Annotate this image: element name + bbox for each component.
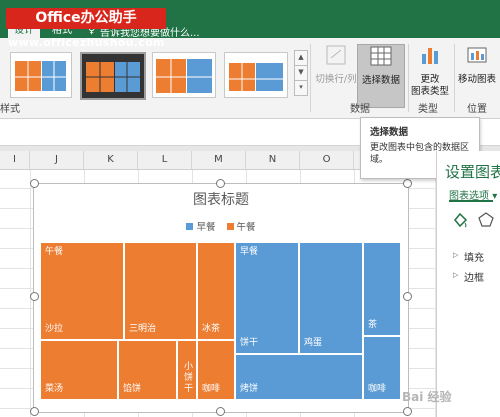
- group-label-type: 类型: [418, 104, 438, 115]
- switch-row-column-button[interactable]: 切换行/列: [314, 44, 358, 86]
- treemap-tile-label: 烤饼: [240, 384, 259, 394]
- chevron-right-icon: ▷: [453, 271, 459, 279]
- tooltip-title: 选择数据: [370, 127, 409, 138]
- watermark-url: www.officezhushou.com: [8, 36, 165, 49]
- treemap-chart[interactable]: 图表标题 早餐 午餐 午餐 沙拉 三明治 冰茶 菜汤 馅饼 小饼干 咖啡 早餐 饼干 鸡蛋茶烤饼 咖啡: [33, 183, 409, 413]
- column-letter-m[interactable]: M: [192, 151, 246, 169]
- treemap-tile[interactable]: 小饼干: [177, 340, 197, 400]
- treemap-group-label: 午餐: [45, 247, 64, 257]
- treemap-tile[interactable]: 馅饼: [118, 340, 177, 400]
- chart-style-thumb[interactable]: [152, 52, 216, 98]
- resize-handle[interactable]: [30, 179, 39, 188]
- select-data-icon: [358, 45, 404, 71]
- treemap-tile-label: 茶: [368, 320, 378, 330]
- switch-row-column-icon: [314, 44, 358, 70]
- group-label-data: 数据: [350, 104, 370, 115]
- treemap-tile-label: 饼干: [240, 338, 259, 348]
- resize-handle[interactable]: [30, 407, 39, 416]
- column-letter-i[interactable]: I: [0, 151, 30, 169]
- group-label-location: 位置: [467, 104, 487, 115]
- chart-title[interactable]: 图表标题: [34, 189, 408, 209]
- resize-handle[interactable]: [216, 407, 225, 416]
- treemap-tile[interactable]: 烤饼: [235, 354, 363, 400]
- pane-options-underline: [449, 200, 493, 202]
- treemap-tile-label: 咖啡: [202, 384, 221, 394]
- resize-handle[interactable]: [216, 179, 225, 188]
- legend-item-breakfast: 早餐: [186, 219, 215, 233]
- resize-handle[interactable]: [403, 407, 412, 416]
- treemap-tile[interactable]: 冰茶: [197, 242, 235, 340]
- group-label-styles: 样式: [0, 104, 20, 115]
- column-letter-k[interactable]: K: [84, 151, 138, 169]
- resize-handle[interactable]: [403, 292, 412, 301]
- treemap-tile[interactable]: 咖啡: [363, 336, 401, 400]
- column-letter-n[interactable]: N: [246, 151, 300, 169]
- treemap-tile[interactable]: 鸡蛋: [299, 242, 363, 354]
- gallery-more[interactable]: ▾: [294, 80, 308, 96]
- chart-legend[interactable]: 早餐 午餐: [34, 219, 408, 233]
- column-letter-j[interactable]: J: [30, 151, 84, 169]
- legend-item-lunch: 午餐: [226, 219, 256, 233]
- legend-swatch-lunch: [226, 223, 234, 230]
- resize-handle[interactable]: [403, 179, 412, 188]
- treemap-tile-label: 菜汤: [45, 384, 64, 394]
- format-chart-pane: 设置图表 图表选项 ▾ ▷ 填充 ▷ 边框: [436, 151, 500, 417]
- treemap-tile-label: 冰茶: [202, 324, 221, 334]
- move-chart-button[interactable]: 移动图表: [456, 44, 498, 86]
- column-letter-l[interactable]: L: [138, 151, 192, 169]
- treemap-tile[interactable]: 菜汤: [40, 340, 118, 400]
- treemap-tile[interactable]: 午餐 沙拉: [40, 242, 124, 340]
- treemap-tile-label: 馅饼: [123, 384, 142, 394]
- select-data-label: 选择数据: [361, 75, 400, 86]
- chart-style-thumb[interactable]: [10, 52, 72, 98]
- treemap-tile[interactable]: 咖啡: [197, 340, 235, 400]
- legend-swatch-breakfast: [186, 223, 194, 230]
- pane-title: 设置图表: [445, 163, 500, 181]
- treemap-tile-label: 咖啡: [368, 384, 387, 394]
- pane-section-fill[interactable]: 填充: [464, 249, 484, 264]
- fill-line-icon[interactable]: [451, 211, 469, 232]
- treemap-tile-label: 小饼干: [184, 362, 194, 394]
- treemap-tile-label: 鸡蛋: [304, 338, 323, 348]
- treemap-tile-label: 三明治: [129, 324, 157, 334]
- change-chart-type-button[interactable]: 更改 图表类型: [410, 44, 450, 98]
- chevron-right-icon: ▷: [453, 251, 459, 259]
- move-chart-label: 移动图表: [457, 74, 496, 85]
- treemap-group-label: 早餐: [240, 247, 259, 257]
- treemap-tile[interactable]: 三明治: [124, 242, 197, 340]
- gallery-scroll-down[interactable]: ▼: [294, 65, 308, 81]
- change-chart-type-label-1: 更改: [420, 74, 440, 85]
- select-data-button[interactable]: 选择数据: [357, 44, 405, 108]
- watermark-logo: Office办公助手: [6, 8, 166, 29]
- chart-style-thumb-selected[interactable]: [80, 52, 146, 100]
- baidu-watermark: Bai 经验: [402, 390, 452, 404]
- watermark-title: Office办公助手: [35, 10, 137, 26]
- legend-label-lunch: 午餐: [236, 222, 256, 233]
- treemap-tile[interactable]: 早餐 饼干: [235, 242, 299, 354]
- legend-label-breakfast: 早餐: [196, 222, 216, 233]
- move-chart-icon: [456, 44, 498, 70]
- pane-section-border[interactable]: 边框: [464, 269, 484, 284]
- ribbon-body: ▲ ▼ ▾ 切换行/列 选择数据 更改 图表类型 移动图表 样式 数据 类型 位…: [0, 38, 500, 119]
- switch-row-column-label: 切换行/列: [315, 74, 357, 85]
- treemap-tile[interactable]: 茶: [363, 242, 401, 336]
- change-chart-type-label-2: 图表类型: [410, 86, 449, 97]
- treemap-tile-label: 沙拉: [45, 324, 64, 334]
- chart-style-thumb[interactable]: [224, 52, 288, 98]
- effects-pentagon-icon[interactable]: [477, 211, 495, 232]
- change-chart-type-icon: [410, 44, 450, 70]
- resize-handle[interactable]: [30, 292, 39, 301]
- gallery-scroll-up[interactable]: ▲: [294, 50, 308, 66]
- column-letter-o[interactable]: O: [300, 151, 354, 169]
